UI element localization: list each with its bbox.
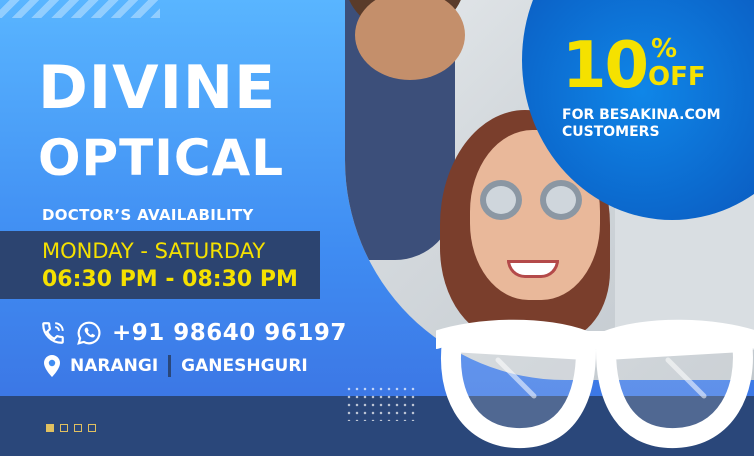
eyeglasses-icon	[436, 319, 754, 449]
pager-dot-3[interactable]	[74, 424, 82, 432]
whatsapp-icon	[76, 320, 102, 346]
pager-dot-2[interactable]	[60, 424, 68, 432]
availability-heading: DOCTOR’S AVAILABILITY	[42, 206, 254, 224]
location-ganeshguri: GANESHGURI	[181, 356, 308, 376]
promo-banner: 10 % OFF FOR BESAKINA.COM CUSTOMERS DIVI…	[0, 0, 754, 456]
location-narangi: NARANGI	[70, 356, 159, 376]
pager-dot-1[interactable]	[46, 424, 54, 432]
offer-off-label: OFF	[648, 62, 706, 92]
trial-frame-glasses	[480, 180, 590, 220]
location-row: NARANGI GANESHGURI	[42, 352, 308, 380]
trial-lens-left	[480, 180, 522, 220]
location-pin-icon	[42, 354, 62, 378]
offer-line-2: CUSTOMERS	[562, 124, 660, 140]
trial-lens-right	[540, 180, 582, 220]
availability-hours: 06:30 PM - 08:30 PM	[42, 267, 298, 292]
offer-line-1: FOR BESAKINA.COM	[562, 107, 721, 123]
offer-percent-symbol: %	[651, 34, 678, 64]
phone-number[interactable]: +91 98640 96197	[112, 320, 347, 346]
decorative-stripes	[0, 0, 160, 18]
phone-icon	[40, 320, 66, 346]
contact-row: +91 98640 96197	[40, 318, 347, 348]
offer-percent: 10	[562, 29, 649, 103]
pager-dot-4[interactable]	[88, 424, 96, 432]
availability-days: MONDAY - SATURDAY	[42, 239, 266, 263]
decorative-dot-grid	[345, 385, 415, 421]
brand-title-line1: DIVINE	[38, 53, 277, 123]
brand-title-line2: OPTICAL	[38, 129, 285, 187]
carousel-pager	[46, 424, 96, 432]
location-separator	[168, 355, 172, 377]
